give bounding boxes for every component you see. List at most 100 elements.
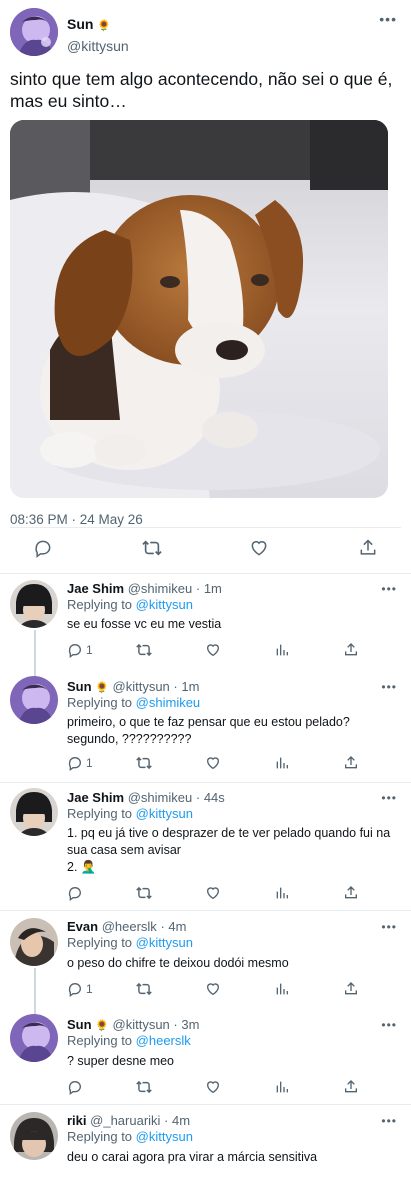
- reply-button[interactable]: [67, 885, 86, 901]
- main-tweet[interactable]: Sun 🌻 @kittysun ••• sinto que tem algo a…: [0, 0, 411, 574]
- like-icon[interactable]: [205, 1079, 221, 1095]
- analytics-icon[interactable]: [274, 1079, 290, 1095]
- reply-time[interactable]: 1m: [204, 581, 222, 596]
- reply-icon[interactable]: [33, 538, 53, 558]
- mention-link[interactable]: @kittysun: [136, 1129, 193, 1144]
- mention-link[interactable]: @kittysun: [136, 935, 193, 950]
- reply-time[interactable]: 4m: [172, 1113, 190, 1128]
- author-handle[interactable]: @kittysun: [113, 679, 170, 694]
- reply-time[interactable]: 1m: [181, 679, 199, 694]
- author-handle[interactable]: @heerslk: [102, 919, 157, 934]
- replying-to: Replying to @kittysun: [67, 935, 193, 950]
- reply-button[interactable]: 1: [67, 755, 93, 771]
- share-icon[interactable]: [343, 755, 359, 771]
- mention-link[interactable]: @kittysun: [136, 806, 193, 821]
- replying-to: Replying to @shimikeu: [67, 695, 200, 710]
- replying-to-label: Replying to: [67, 1129, 133, 1144]
- author-handle[interactable]: @shimikeu: [128, 790, 193, 805]
- author-handle[interactable]: @kittysun: [67, 38, 129, 54]
- analytics-icon[interactable]: [274, 642, 290, 658]
- reply-count: 1: [86, 982, 93, 996]
- avatar[interactable]: [10, 676, 58, 724]
- reply-text: se eu fosse vc eu me vestia: [67, 617, 222, 631]
- retweet-icon[interactable]: [141, 538, 163, 558]
- avatar[interactable]: [10, 788, 58, 836]
- share-icon[interactable]: [343, 981, 359, 997]
- avatar[interactable]: [10, 918, 58, 966]
- author-name[interactable]: Sun 🌻: [67, 16, 111, 32]
- divider: [0, 573, 411, 574]
- like-icon[interactable]: [205, 642, 221, 658]
- retweet-icon[interactable]: [135, 1079, 153, 1095]
- author-handle[interactable]: @kittysun: [113, 1017, 170, 1032]
- more-icon[interactable]: •••: [379, 12, 397, 26]
- author-name[interactable]: Jae Shim: [67, 581, 124, 596]
- share-icon[interactable]: [343, 885, 359, 901]
- reply-time[interactable]: 3m: [181, 1017, 199, 1032]
- divider: [0, 782, 411, 783]
- reply-time[interactable]: 4m: [168, 919, 186, 934]
- retweet-icon[interactable]: [135, 755, 153, 771]
- like-icon[interactable]: [205, 981, 221, 997]
- reply-header: riki @_haruariki · 4m: [67, 1113, 190, 1128]
- avatar[interactable]: [10, 1112, 58, 1160]
- more-icon[interactable]: •••: [381, 1018, 397, 1032]
- author-name[interactable]: Jae Shim: [67, 790, 124, 805]
- more-icon[interactable]: •••: [381, 1114, 397, 1128]
- reply-button[interactable]: 1: [67, 642, 93, 658]
- author-name[interactable]: Sun: [67, 679, 92, 694]
- avatar[interactable]: [10, 580, 58, 628]
- author-name[interactable]: Sun: [67, 1017, 92, 1032]
- more-icon[interactable]: •••: [381, 920, 397, 934]
- reply-text: deu o carai agora pra virar a márcia sen…: [67, 1150, 318, 1164]
- share-icon[interactable]: [343, 642, 359, 658]
- retweet-icon[interactable]: [135, 885, 153, 901]
- reply-button[interactable]: [67, 1079, 86, 1095]
- main-tweet-actions: [0, 538, 411, 562]
- analytics-icon[interactable]: [274, 885, 290, 901]
- replying-to-label: Replying to: [67, 597, 133, 612]
- author-name[interactable]: riki: [67, 1113, 87, 1128]
- divider: [0, 910, 411, 911]
- reply-text: ? super desne meo: [67, 1054, 175, 1068]
- reply-icon: [68, 886, 82, 901]
- analytics-icon[interactable]: [274, 981, 290, 997]
- tweet-photo-beagle-puppy[interactable]: [10, 120, 388, 498]
- analytics-icon[interactable]: [274, 755, 290, 771]
- reply-count: 1: [86, 756, 93, 770]
- author-name[interactable]: Evan: [67, 919, 98, 934]
- more-icon[interactable]: •••: [381, 680, 397, 694]
- retweet-icon[interactable]: [135, 642, 153, 658]
- reply-count: 1: [86, 643, 93, 657]
- like-icon[interactable]: [205, 885, 221, 901]
- tweet-timestamp[interactable]: 08:36 PM · 24 May 26: [10, 512, 401, 527]
- mention-link[interactable]: @kittysun: [136, 597, 193, 612]
- separator-dot: ·: [195, 581, 201, 596]
- mention-link[interactable]: @shimikeu: [136, 695, 201, 710]
- more-icon[interactable]: •••: [381, 791, 397, 805]
- separator-dot: ·: [173, 1017, 178, 1032]
- replying-to: Replying to @kittysun: [67, 597, 193, 612]
- main-tweet-header: Sun 🌻 @kittysun •••: [10, 8, 401, 64]
- avatar[interactable]: [10, 1014, 58, 1062]
- share-icon[interactable]: [358, 538, 378, 558]
- reply-text: 1. pq eu já tive o desprazer de te ver p…: [67, 826, 391, 874]
- avatar[interactable]: [10, 8, 58, 56]
- like-icon[interactable]: [205, 755, 221, 771]
- reply-actions: 1: [67, 755, 367, 773]
- more-icon[interactable]: •••: [381, 582, 397, 596]
- share-icon[interactable]: [343, 1079, 359, 1095]
- reply-text: primeiro, o que te faz pensar que eu est…: [67, 715, 350, 746]
- sunflower-emoji: 🌻: [95, 682, 109, 694]
- like-icon[interactable]: [249, 538, 269, 558]
- retweet-icon[interactable]: [135, 981, 153, 997]
- replying-to-label: Replying to: [67, 1033, 133, 1048]
- separator-dot: ·: [160, 919, 165, 934]
- reply-time[interactable]: 44s: [204, 790, 225, 805]
- author-handle[interactable]: @_haruariki: [90, 1113, 160, 1128]
- replying-to-label: Replying to: [67, 806, 133, 821]
- author-handle[interactable]: @shimikeu: [128, 581, 193, 596]
- mention-link[interactable]: @heerslk: [136, 1033, 191, 1048]
- reply-button[interactable]: 1: [67, 981, 93, 997]
- replying-to: Replying to @kittysun: [67, 806, 193, 821]
